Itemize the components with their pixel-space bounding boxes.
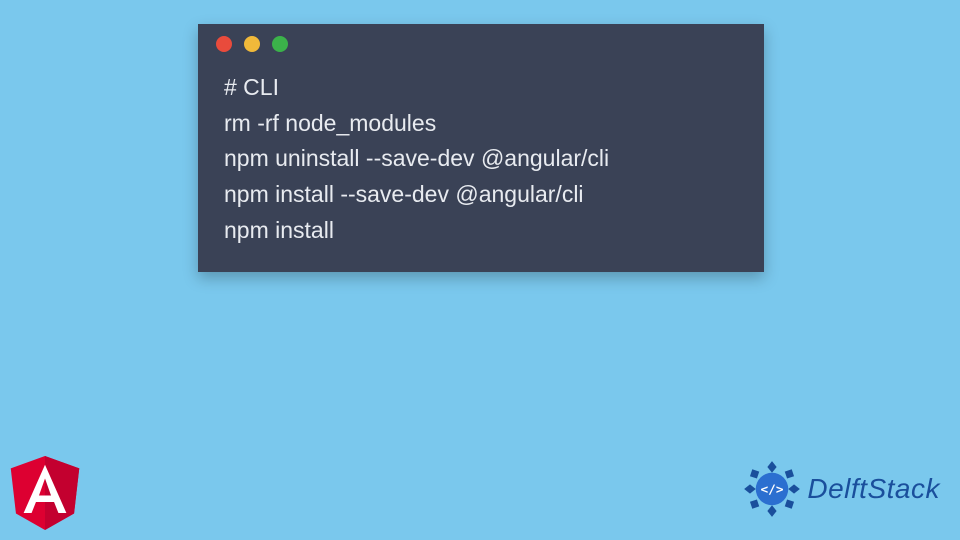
delftstack-badge-icon: </> <box>743 460 801 518</box>
code-line: rm -rf node_modules <box>224 110 436 136</box>
angular-logo-icon <box>10 456 80 530</box>
code-line: npm install <box>224 217 334 243</box>
window-titlebar <box>198 24 764 64</box>
maximize-icon[interactable] <box>272 36 288 52</box>
delftstack-branding: </> DelftStack <box>743 460 940 518</box>
minimize-icon[interactable] <box>244 36 260 52</box>
delftstack-label: DelftStack <box>807 473 940 505</box>
code-line: # CLI <box>224 74 279 100</box>
code-line: npm install --save-dev @angular/cli <box>224 181 584 207</box>
svg-text:</>: </> <box>761 483 784 498</box>
close-icon[interactable] <box>216 36 232 52</box>
terminal-window: # CLI rm -rf node_modules npm uninstall … <box>198 24 764 272</box>
code-line: npm uninstall --save-dev @angular/cli <box>224 145 609 171</box>
terminal-content: # CLI rm -rf node_modules npm uninstall … <box>198 64 764 254</box>
